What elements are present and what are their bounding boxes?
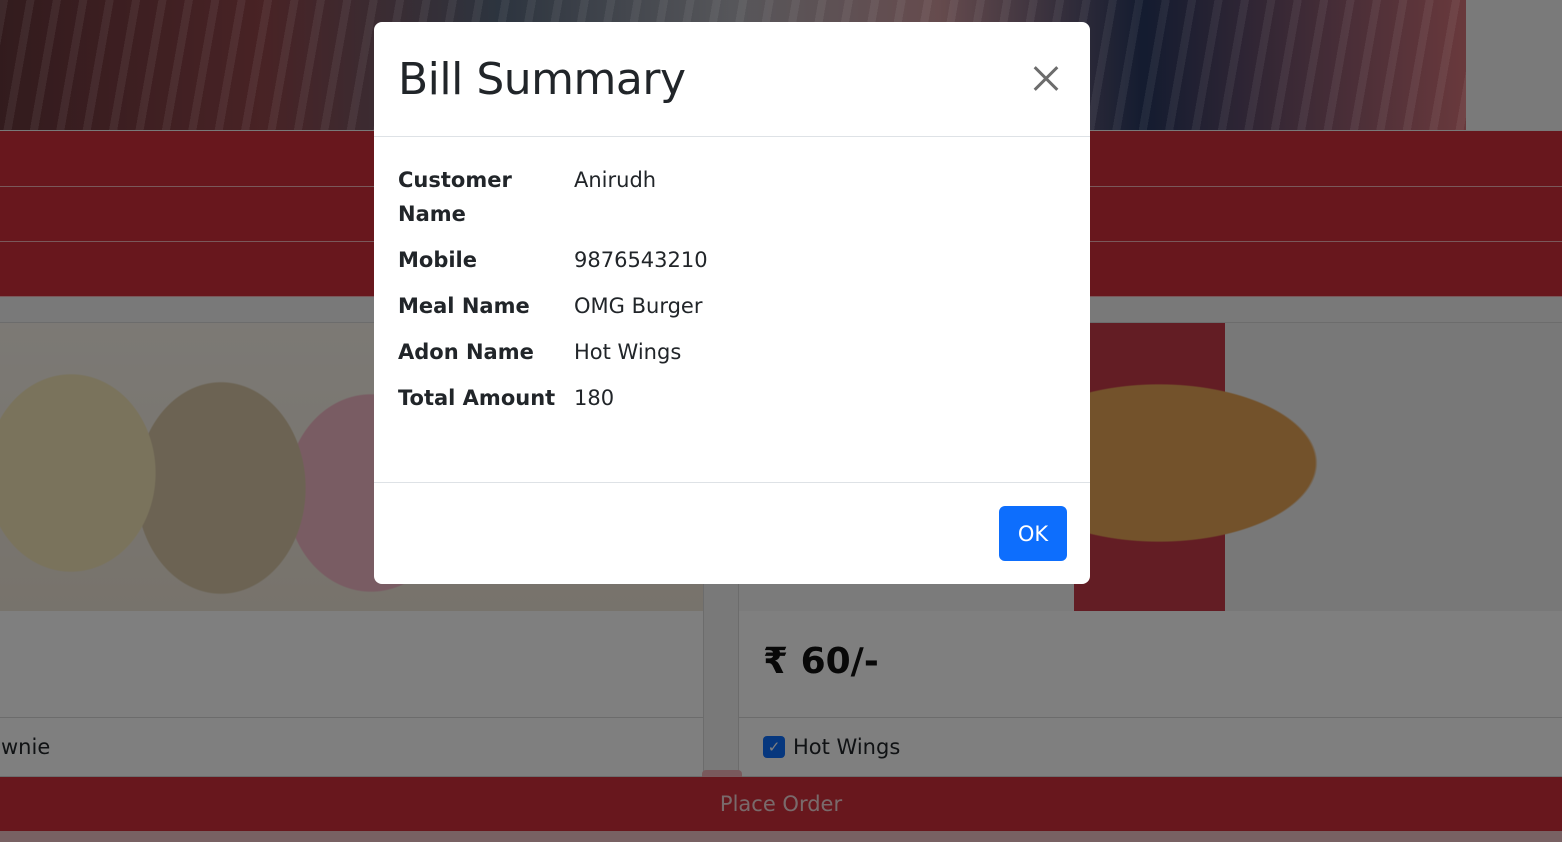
bill-row-meal-name: Meal Name OMG Burger xyxy=(398,289,1066,323)
bill-row-adon-name: Adon Name Hot Wings xyxy=(398,335,1066,369)
row-label: Mobile xyxy=(398,248,477,272)
row-label: Total Amount xyxy=(398,386,556,410)
row-value: 180 xyxy=(574,386,615,410)
row-value: Hot Wings xyxy=(574,340,682,364)
bill-row-total-amount: Total Amount 180 xyxy=(398,381,1066,415)
bill-row-mobile: Mobile 9876543210 xyxy=(398,243,1066,277)
row-value: 9876543210 xyxy=(574,248,708,272)
modal-title: Bill Summary xyxy=(398,53,686,105)
row-label: Adon Name xyxy=(398,340,534,364)
bill-summary-modal: Bill Summary Customer Name Anirudh Mobil… xyxy=(374,22,1090,584)
ok-button[interactable]: OK xyxy=(999,506,1067,561)
bill-row-customer-name: Customer Name Anirudh xyxy=(398,163,1066,231)
close-icon[interactable] xyxy=(1026,59,1066,99)
row-label: Meal Name xyxy=(398,294,530,318)
row-value: OMG Burger xyxy=(574,294,703,318)
modal-footer: OK xyxy=(374,482,1090,584)
modal-body: Customer Name Anirudh Mobile 9876543210 … xyxy=(374,137,1090,482)
modal-header: Bill Summary xyxy=(374,22,1090,137)
row-value: Anirudh xyxy=(574,168,657,192)
row-label: Customer Name xyxy=(398,168,512,226)
